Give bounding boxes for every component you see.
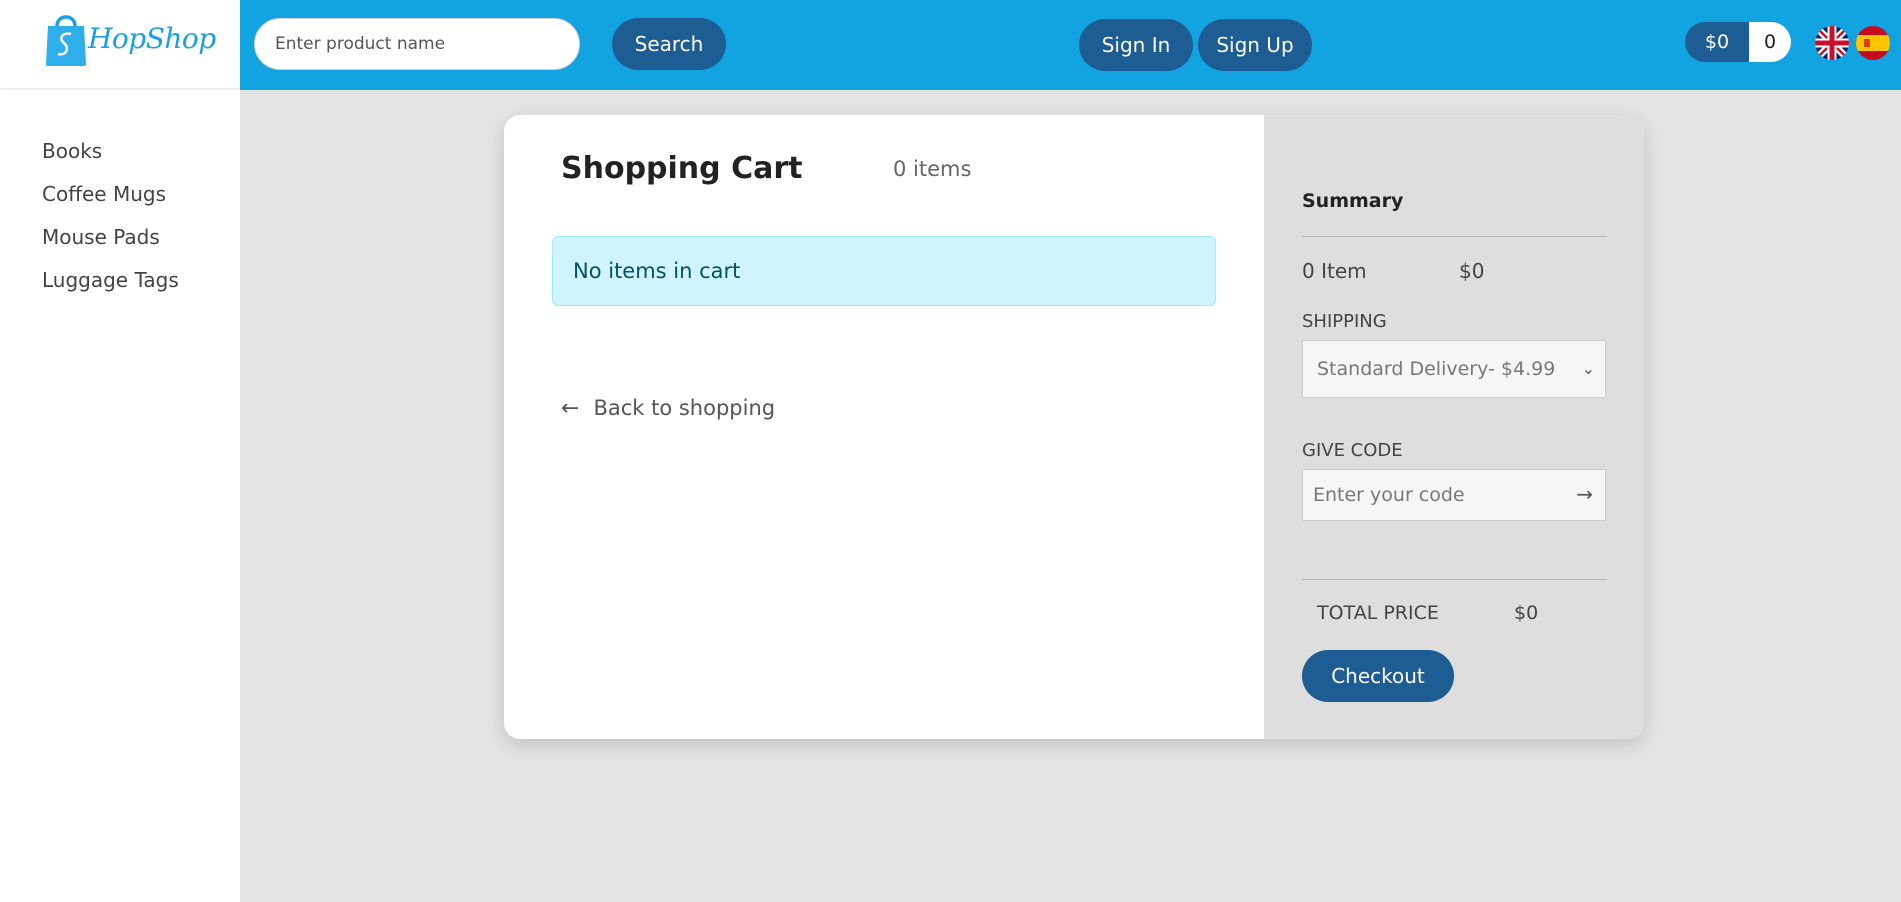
page-title: Shopping Cart <box>561 151 803 186</box>
summary-items-label: 0 Item <box>1302 259 1367 283</box>
code-input[interactable] <box>1303 470 1563 520</box>
spain-flag-icon[interactable] <box>1856 26 1890 60</box>
logo[interactable]: HopShop <box>0 0 240 88</box>
search-button[interactable]: Search <box>612 18 726 70</box>
sidebar-item-mouse-pads[interactable]: Mouse Pads <box>42 216 179 259</box>
sidebar-item-luggage-tags[interactable]: Luggage Tags <box>42 259 179 302</box>
divider <box>1302 579 1607 580</box>
sidebar-item-books[interactable]: Books <box>42 130 179 173</box>
search-input[interactable] <box>254 18 580 70</box>
give-code-label: GIVE CODE <box>1302 440 1403 461</box>
cart-panel: Shopping Cart 0 items No items in cart ←… <box>504 115 1264 739</box>
shipping-label: SHIPPING <box>1302 311 1387 332</box>
cart-items-count: 0 items <box>893 157 972 181</box>
summary-items-price: $0 <box>1459 259 1485 283</box>
total-price-label: TOTAL PRICE <box>1317 602 1439 624</box>
divider <box>1302 236 1607 237</box>
code-field: → <box>1302 469 1606 521</box>
brand-name: HopShop <box>88 22 216 55</box>
empty-cart-alert: No items in cart <box>552 236 1216 306</box>
shipping-select[interactable]: Standard Delivery- $4.99 ⌄ <box>1302 340 1606 398</box>
summary-panel: Summary 0 Item $0 SHIPPING Standard Deli… <box>1264 115 1644 739</box>
back-to-shopping-link[interactable]: ← Back to shopping <box>561 396 775 421</box>
sidebar: HopShop Books Coffee Mugs Mouse Pads Lug… <box>0 0 240 902</box>
cart-count: 0 <box>1749 22 1791 62</box>
shipping-selected-value: Standard Delivery- $4.99 <box>1317 358 1556 380</box>
arrow-left-icon: ← <box>561 396 580 421</box>
total-price-value: $0 <box>1514 602 1539 624</box>
uk-flag-icon[interactable] <box>1815 26 1849 60</box>
chevron-down-icon: ⌄ <box>1581 359 1595 378</box>
shopping-bag-icon <box>46 15 86 66</box>
sidebar-item-coffee-mugs[interactable]: Coffee Mugs <box>42 173 179 216</box>
back-to-shopping-label: Back to shopping <box>593 396 776 420</box>
summary-title: Summary <box>1302 190 1404 212</box>
sign-up-button[interactable]: Sign Up <box>1198 19 1312 71</box>
cart-card: Shopping Cart 0 items No items in cart ←… <box>504 115 1644 739</box>
sign-in-button[interactable]: Sign In <box>1079 19 1193 71</box>
checkout-button[interactable]: Checkout <box>1302 650 1454 702</box>
arrow-right-icon[interactable]: → <box>1576 482 1593 506</box>
cart-total: $0 <box>1685 22 1749 62</box>
category-nav: Books Coffee Mugs Mouse Pads Luggage Tag… <box>42 130 179 302</box>
top-header: Search Sign In Sign Up $0 0 <box>240 0 1901 90</box>
